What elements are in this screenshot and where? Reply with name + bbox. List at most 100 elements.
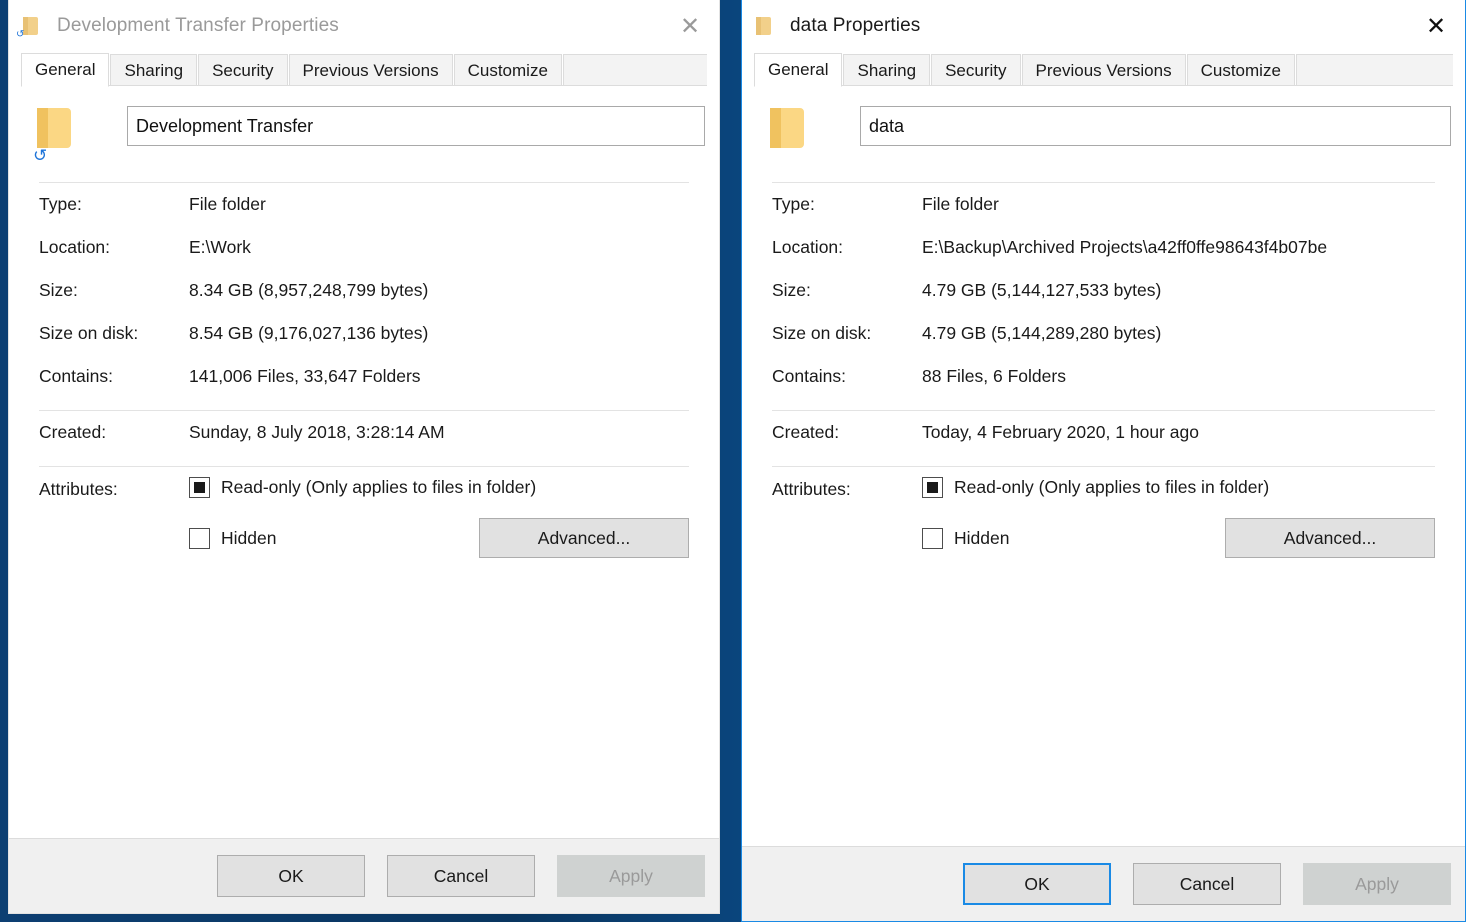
detail-row-size-on-disk: Size on disk: 4.79 GB (5,144,289,280 byt…: [772, 312, 1435, 355]
detail-value: Today, 4 February 2020, 1 hour ago: [922, 422, 1199, 442]
detail-label: Type:: [39, 194, 82, 214]
apply-button: Apply: [557, 855, 705, 897]
tab-strip-filler: [562, 54, 707, 86]
readonly-label: Read-only (Only applies to files in fold…: [954, 477, 1270, 497]
attributes-section: Attributes: Read-only (Only applies to f…: [756, 467, 1451, 568]
detail-value: File folder: [922, 194, 999, 214]
folder-name-input[interactable]: [860, 106, 1451, 146]
detail-label: Created:: [39, 422, 107, 442]
detail-label: Size on disk:: [39, 323, 139, 343]
detail-value: E:\Backup\Archived Projects\a42ff0ffe986…: [922, 237, 1328, 257]
detail-row-size: Size: 4.79 GB (5,144,127,533 bytes): [772, 269, 1435, 312]
attributes-label: Attributes:: [772, 479, 851, 499]
ok-button[interactable]: OK: [963, 863, 1111, 905]
readonly-checkbox-row[interactable]: Read-only (Only applies to files in fold…: [189, 467, 689, 508]
titlebar[interactable]: data Properties ✕: [742, 0, 1465, 52]
attributes-section: Attributes: Read-only (Only applies to f…: [23, 467, 705, 568]
detail-value: 4.79 GB (5,144,127,533 bytes): [922, 280, 1162, 300]
tab-customize[interactable]: Customize: [453, 54, 562, 86]
folder-name-input[interactable]: [127, 106, 705, 146]
window-title: Development Transfer Properties: [57, 15, 339, 36]
tab-security[interactable]: Security: [198, 54, 288, 86]
folder-name-row: [756, 86, 1451, 160]
readonly-checkbox-row[interactable]: Read-only (Only applies to files in fold…: [922, 467, 1435, 508]
detail-label: Size:: [39, 280, 78, 300]
detail-row-contains: Contains: 141,006 Files, 33,647 Folders: [39, 355, 689, 398]
folder-icon: [752, 13, 778, 39]
readonly-checkbox[interactable]: [189, 477, 210, 498]
hidden-checkbox-row[interactable]: Hidden Advanced...: [189, 508, 689, 568]
detail-label: Contains:: [772, 366, 846, 386]
cancel-button[interactable]: Cancel: [1133, 863, 1281, 905]
detail-label: Location:: [39, 237, 111, 257]
detail-row-location: Location: E:\Backup\Archived Projects\a4…: [772, 226, 1435, 269]
ok-button[interactable]: OK: [217, 855, 365, 897]
detail-value: E:\Work: [189, 237, 251, 257]
folder-icon-large: [770, 108, 822, 160]
hidden-checkbox-row[interactable]: Hidden Advanced...: [922, 508, 1435, 568]
details-list: Type: File folder Location: E:\Work Size…: [23, 183, 705, 398]
tab-bar[interactable]: General Sharing Security Previous Versio…: [9, 52, 719, 87]
tab-general[interactable]: General: [21, 53, 110, 87]
detail-value: 8.34 GB (8,957,248,799 bytes): [189, 280, 429, 300]
detail-label: Type:: [772, 194, 815, 214]
folder-name-row: ↺: [23, 86, 705, 165]
detail-value: 8.54 GB (9,176,027,136 bytes): [189, 323, 429, 343]
window-title: data Properties: [790, 15, 921, 36]
readonly-checkbox[interactable]: [922, 477, 943, 498]
general-tab-panel: Type: File folder Location: E:\Backup\Ar…: [742, 86, 1465, 846]
sync-overlay-icon-large: ↺: [33, 146, 48, 165]
tab-strip-filler: [1295, 54, 1453, 86]
dialog-footer: OK Cancel Apply: [9, 838, 719, 913]
detail-row-size-on-disk: Size on disk: 8.54 GB (9,176,027,136 byt…: [39, 312, 689, 355]
detail-label: Created:: [772, 422, 840, 442]
general-tab-panel: ↺ Type: File folder Location: E:\Work Si…: [9, 86, 719, 838]
detail-label: Size on disk:: [772, 323, 872, 343]
advanced-button[interactable]: Advanced...: [1225, 518, 1435, 558]
detail-row-created: Created: Today, 4 February 2020, 1 hour …: [772, 411, 1435, 454]
tab-previous-versions[interactable]: Previous Versions: [1021, 54, 1186, 86]
properties-window-data[interactable]: data Properties ✕ General Sharing Securi…: [741, 0, 1466, 922]
hidden-checkbox[interactable]: [189, 527, 210, 549]
tab-sharing[interactable]: Sharing: [110, 54, 198, 86]
detail-value: Sunday, 8 July 2018, 3:28:14 AM: [189, 422, 445, 442]
detail-value: 141,006 Files, 33,647 Folders: [189, 366, 421, 386]
detail-row-contains: Contains: 88 Files, 6 Folders: [772, 355, 1435, 398]
detail-label: Contains:: [39, 366, 113, 386]
detail-value: 88 Files, 6 Folders: [922, 366, 1066, 386]
apply-button: Apply: [1303, 863, 1451, 905]
detail-row-created: Created: Sunday, 8 July 2018, 3:28:14 AM: [39, 411, 689, 454]
readonly-label: Read-only (Only applies to files in fold…: [221, 477, 537, 497]
created-section: Created: Today, 4 February 2020, 1 hour …: [756, 411, 1451, 454]
folder-sync-icon: ↺: [16, 13, 45, 40]
detail-label: Location:: [772, 237, 844, 257]
attributes-label: Attributes:: [39, 479, 118, 499]
close-icon[interactable]: ✕: [667, 11, 713, 41]
created-section: Created: Sunday, 8 July 2018, 3:28:14 AM: [23, 411, 705, 454]
cancel-button[interactable]: Cancel: [387, 855, 535, 897]
detail-label: Size:: [772, 280, 811, 300]
titlebar[interactable]: ↺ Development Transfer Properties ✕: [9, 0, 719, 52]
folder-sync-icon-large: ↺: [33, 108, 89, 165]
detail-value: 4.79 GB (5,144,289,280 bytes): [922, 323, 1162, 343]
tab-previous-versions[interactable]: Previous Versions: [288, 54, 453, 86]
tab-sharing[interactable]: Sharing: [843, 54, 931, 86]
tab-security[interactable]: Security: [931, 54, 1021, 86]
sync-overlay-icon: ↺: [16, 29, 25, 40]
details-list: Type: File folder Location: E:\Backup\Ar…: [756, 183, 1451, 398]
tab-bar[interactable]: General Sharing Security Previous Versio…: [742, 52, 1465, 87]
properties-window-development-transfer[interactable]: ↺ Development Transfer Properties ✕ Gene…: [8, 0, 720, 914]
detail-row-location: Location: E:\Work: [39, 226, 689, 269]
advanced-button[interactable]: Advanced...: [479, 518, 689, 558]
dialog-footer: OK Cancel Apply: [742, 846, 1465, 921]
hidden-checkbox[interactable]: [922, 527, 943, 549]
detail-value: File folder: [189, 194, 266, 214]
close-icon[interactable]: ✕: [1413, 11, 1459, 41]
panel-filler: [23, 568, 705, 838]
detail-row-type: Type: File folder: [772, 183, 1435, 226]
detail-row-size: Size: 8.34 GB (8,957,248,799 bytes): [39, 269, 689, 312]
hidden-label: Hidden: [954, 527, 1010, 548]
hidden-label: Hidden: [221, 527, 277, 548]
tab-customize[interactable]: Customize: [1186, 54, 1295, 86]
tab-general[interactable]: General: [754, 53, 843, 87]
